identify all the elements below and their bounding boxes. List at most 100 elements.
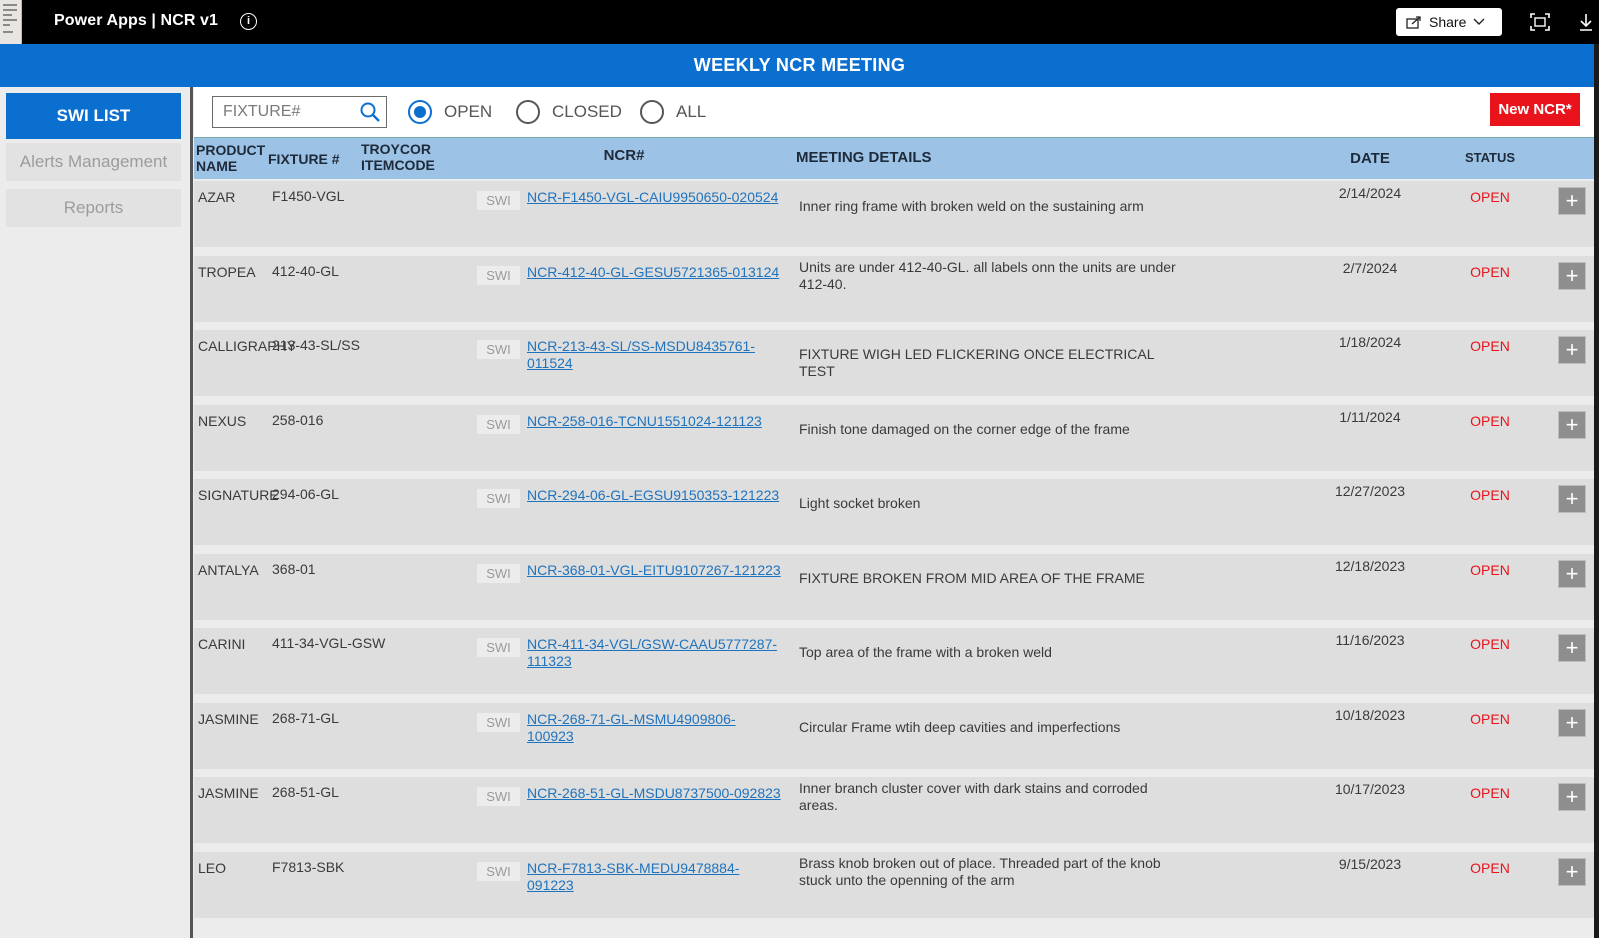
search-icon[interactable] [359, 101, 381, 123]
share-button[interactable]: Share [1396, 8, 1502, 36]
fit-to-window-icon[interactable] [1530, 13, 1550, 31]
table-row[interactable]: JASMINE 268-51-GL SWI NCR-268-51-GL-MSDU873… [194, 777, 1594, 843]
table-header: PRODUCT NAME FIXTURE # TROYCOR ITEMCODE … [194, 137, 1594, 179]
product-name-cell: CARINI [198, 636, 246, 652]
meeting-details-cell: Brass knob broken out of place. Threaded… [799, 855, 1161, 888]
app-top-bar: Power Apps | NCR v1 i Share [0, 0, 1599, 44]
ncr-link[interactable]: NCR-412-40-GL-GESU5721365-013124 [527, 264, 782, 281]
table-row[interactable]: LEO F7813-SBK SWI NCR-F7813-SBK-MEDU9478884… [194, 852, 1594, 918]
ncr-link[interactable]: NCR-258-016-TCNU1551024-121123 [527, 413, 782, 430]
ncr-link[interactable]: NCR-268-51-GL-MSDU8737500-092823 [527, 785, 782, 802]
date-cell: 12/18/2023 [1334, 558, 1406, 574]
info-icon[interactable]: i [240, 13, 257, 30]
swi-button[interactable]: SWI [477, 638, 520, 657]
status-badge: OPEN [1470, 338, 1510, 354]
table-row[interactable]: CARINI 411-34-VGL-GSW SWI NCR-411-34-VGL/GS… [194, 628, 1594, 694]
add-button[interactable]: + [1558, 858, 1586, 886]
table-row[interactable]: NEXUS 258-016 SWI NCR-258-016-TCNU1551024-1… [194, 405, 1594, 471]
radio-all-indicator [640, 100, 664, 124]
table-row[interactable]: SIGNATURE 294-06-GL SWI NCR-294-06-GL-EGSU9… [194, 479, 1594, 545]
new-ncr-button[interactable]: New NCR* [1490, 93, 1580, 126]
status-badge: OPEN [1470, 711, 1510, 727]
fixture-search-input[interactable] [223, 102, 353, 122]
column-header-troycor-line2: ITEMCODE [361, 157, 435, 173]
add-button[interactable]: + [1558, 262, 1586, 290]
app-title: Power Apps | NCR v1 [54, 12, 219, 29]
radio-open[interactable]: OPEN [408, 98, 492, 126]
table-row[interactable]: ANTALYA 368-01 SWI NCR-368-01-VGL-EITU91072… [194, 554, 1594, 620]
ncr-link[interactable]: NCR-F7813-SBK-MEDU9478884-091223 [527, 860, 782, 894]
radio-closed[interactable]: CLOSED [516, 98, 622, 126]
ncr-link[interactable]: NCR-411-34-VGL/GSW-CAAU5777287-111323 [527, 636, 782, 670]
window-edge [1594, 44, 1599, 938]
sidebar-item-alerts-management[interactable]: Alerts Management [6, 143, 181, 181]
date-cell: 1/11/2024 [1339, 409, 1401, 425]
add-button[interactable]: + [1558, 634, 1586, 662]
add-button[interactable]: + [1558, 560, 1586, 588]
date-cell: 12/27/2023 [1334, 483, 1406, 499]
table-row[interactable]: JASMINE 268-71-GL SWI NCR-268-71-GL-MSMU490… [194, 703, 1594, 769]
fixture-cell: 412-40-GL [272, 263, 339, 279]
swi-button[interactable]: SWI [477, 340, 520, 359]
ncr-link[interactable]: NCR-294-06-GL-EGSU9150353-121223 [527, 487, 782, 504]
table-row[interactable]: AZAR F1450-VGL SWI NCR-F1450-VGL-CAIU995065… [194, 181, 1594, 247]
product-name-cell: NEXUS [198, 413, 247, 429]
swi-button[interactable]: SWI [477, 489, 520, 508]
download-icon[interactable] [1578, 12, 1594, 32]
column-header-troycor: TROYCOR ITEMCODE [361, 141, 435, 173]
swi-button[interactable]: SWI [477, 266, 520, 285]
status-badge: OPEN [1470, 785, 1510, 801]
ncr-link[interactable]: NCR-F1450-VGL-CAIU9950650-020524 [527, 189, 782, 206]
ncr-link[interactable]: NCR-268-71-GL-MSMU4909806-100923 [527, 711, 782, 745]
product-name-cell: JASMINE [198, 711, 259, 727]
product-name-cell: JASMINE [198, 785, 259, 801]
column-header-product-line1: PRODUCT [196, 142, 266, 158]
table-row[interactable]: TROPEA 412-40-GL SWI NCR-412-40-GL-GESU5721… [194, 256, 1594, 322]
add-button[interactable]: + [1558, 187, 1586, 215]
add-button[interactable]: + [1558, 485, 1586, 513]
status-badge: OPEN [1470, 636, 1510, 652]
search-box [212, 96, 387, 128]
swi-button[interactable]: SWI [477, 415, 520, 434]
add-button[interactable]: + [1558, 709, 1586, 737]
product-name-cell: ANTALYA [198, 562, 259, 578]
share-label: Share [1429, 14, 1467, 30]
ncr-link[interactable]: NCR-213-43-SL/SS-MSDU8435761-011524 [527, 338, 782, 372]
fixture-cell: F7813-SBK [272, 859, 345, 875]
radio-closed-indicator [516, 100, 540, 124]
column-header-ncr: NCR# [603, 147, 645, 164]
meeting-details-cell: Inner branch cluster cover with dark sta… [799, 780, 1148, 813]
table-row[interactable]: CALLIGRAPHY 213-43-SL/SS SWI NCR-213-43-SL/… [194, 330, 1594, 396]
add-button[interactable]: + [1558, 411, 1586, 439]
sidebar-item-reports[interactable]: Reports [6, 189, 181, 227]
swi-button[interactable]: SWI [477, 191, 520, 210]
meeting-details-cell: FIXTURE WIGH LED FLICKERING ONCE ELECTRI… [799, 346, 1154, 379]
meeting-details-cell: Top area of the frame with a broken weld [799, 644, 1052, 660]
swi-button[interactable]: SWI [477, 787, 520, 806]
swi-button[interactable]: SWI [477, 564, 520, 583]
add-button[interactable]: + [1558, 783, 1586, 811]
ncr-link[interactable]: NCR-368-01-VGL-EITU9107267-121223 [527, 562, 782, 579]
status-badge: OPEN [1470, 413, 1510, 429]
status-badge: OPEN [1470, 264, 1510, 280]
column-header-product-line2: NAME [196, 158, 238, 174]
app-thumbnail [0, 0, 22, 44]
date-cell: 9/15/2023 [1338, 856, 1402, 872]
fixture-cell: 258-016 [272, 412, 324, 428]
add-button[interactable]: + [1558, 336, 1586, 364]
radio-all[interactable]: ALL [640, 98, 706, 126]
column-header-product: PRODUCT NAME [196, 142, 265, 174]
date-cell: 11/16/2023 [1335, 632, 1405, 648]
swi-button[interactable]: SWI [477, 713, 520, 732]
sidebar-item-swi-list[interactable]: SWI LIST [6, 93, 181, 139]
radio-open-indicator [408, 100, 432, 124]
swi-button[interactable]: SWI [477, 862, 520, 881]
radio-all-label: ALL [676, 102, 707, 121]
product-name-cell: AZAR [198, 189, 236, 205]
column-header-fixture: FIXTURE # [268, 151, 340, 167]
share-icon [1406, 16, 1421, 29]
column-header-meeting-details: MEETING DETAILS [796, 149, 932, 166]
status-badge: OPEN [1470, 189, 1510, 205]
meeting-details-cell: Light socket broken [799, 495, 921, 511]
date-cell: 2/14/2024 [1338, 185, 1402, 201]
